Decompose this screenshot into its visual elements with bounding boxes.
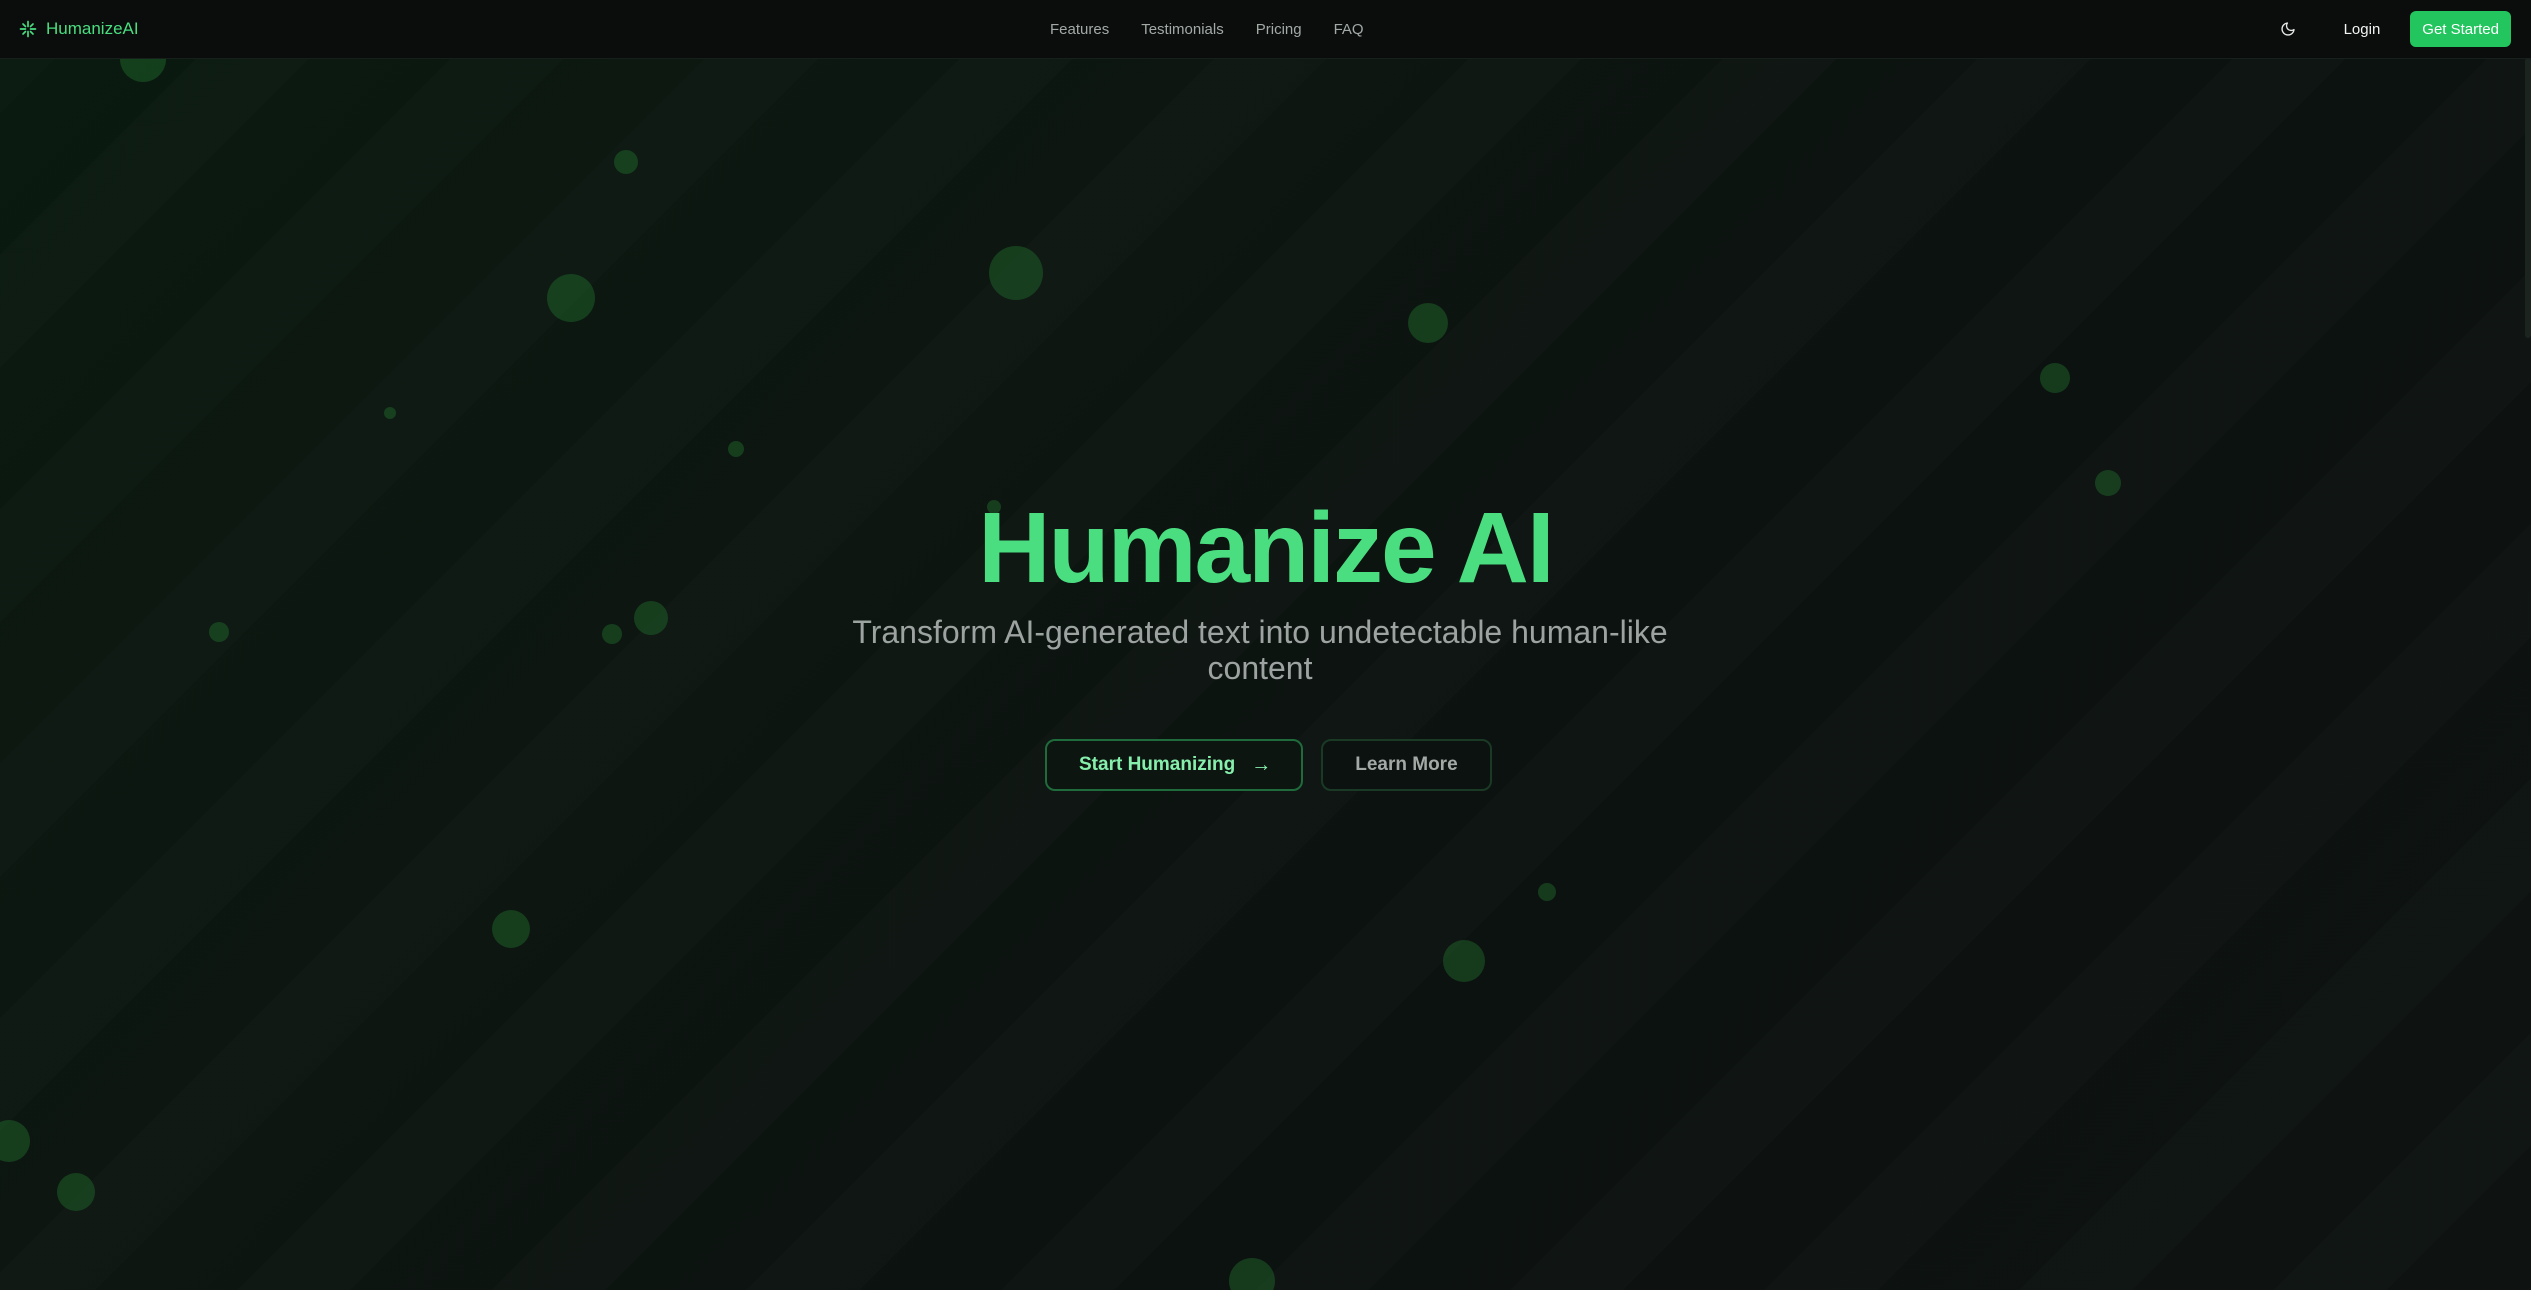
nav-link-testimonials[interactable]: Testimonials	[1141, 21, 1224, 38]
main-nav: Features Testimonials Pricing FAQ	[1050, 0, 1364, 58]
nav-link-features[interactable]: Features	[1050, 21, 1109, 38]
nav-link-faq[interactable]: FAQ	[1334, 21, 1364, 38]
brand-logo-link[interactable]: HumanizeAI	[18, 0, 139, 58]
login-button[interactable]: Login	[2330, 21, 2395, 38]
decorative-bubble	[0, 1120, 30, 1162]
arrow-right-icon: →	[1251, 753, 1272, 776]
decorative-bubble	[57, 1173, 95, 1211]
nav-actions: Login Get Started	[2270, 0, 2511, 58]
decorative-bubble	[492, 910, 530, 948]
sparkle-icon	[19, 20, 37, 38]
decorative-bubble	[602, 624, 622, 644]
theme-toggle-button[interactable]	[2270, 11, 2306, 47]
decorative-bubble	[728, 441, 744, 457]
hero-subtitle: Transform AI-generated text into undetec…	[852, 614, 1668, 686]
decorative-bubble	[1229, 1258, 1275, 1290]
decorative-bubble	[547, 274, 595, 322]
top-navbar: HumanizeAI Features Testimonials Pricing…	[0, 0, 2531, 59]
hero-title: Humanize AI	[978, 492, 1554, 604]
page-scrollbar[interactable]	[2525, 58, 2531, 338]
start-humanizing-button[interactable]: Start Humanizing →	[1045, 739, 1304, 791]
decorative-bubble	[1538, 883, 1556, 901]
start-humanizing-label: Start Humanizing	[1079, 754, 1236, 775]
get-started-button[interactable]: Get Started	[2410, 11, 2511, 47]
nav-link-pricing[interactable]: Pricing	[1256, 21, 1302, 38]
decorative-bubble	[1443, 940, 1485, 982]
moon-icon	[2280, 22, 2295, 36]
decorative-bubble	[209, 622, 229, 642]
hero-actions: Start Humanizing → Learn More	[1045, 739, 1492, 791]
decorative-bubble	[989, 246, 1043, 300]
decorative-bubble	[1408, 303, 1448, 343]
decorative-bubble	[384, 407, 396, 419]
brand-name: HumanizeAI	[46, 19, 139, 38]
landing-page: HumanizeAI Features Testimonials Pricing…	[0, 0, 2531, 1290]
learn-more-button[interactable]: Learn More	[1321, 739, 1492, 791]
decorative-bubble	[614, 150, 638, 174]
decorative-bubble	[2040, 363, 2070, 393]
